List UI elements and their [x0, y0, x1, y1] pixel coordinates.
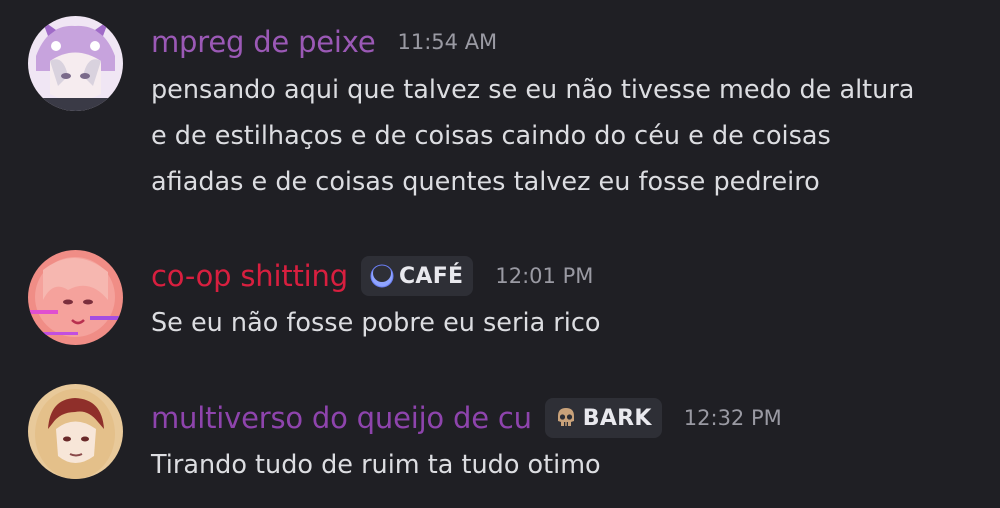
message-text-line: afiadas e de coisas quentes talvez eu fo…: [151, 167, 820, 197]
message-text-line: Tirando tudo de ruim ta tudo otimo: [151, 450, 601, 480]
skull-icon: [557, 408, 574, 426]
message-content: pensando aqui que talvez se eu não tives…: [151, 67, 991, 205]
message-text-line: pensando aqui que talvez se eu não tives…: [151, 75, 915, 105]
tag-label: BARK: [582, 405, 652, 431]
role-tag[interactable]: BARK: [544, 398, 662, 438]
avatar[interactable]: [28, 250, 123, 345]
message-content: Tirando tudo de ruim ta tudo otimo: [151, 442, 991, 488]
moon-icon: [370, 264, 394, 288]
message-header: co-op shitting CAFÉ 12:01 PM: [151, 256, 593, 296]
username[interactable]: co-op shitting: [151, 258, 348, 294]
timestamp[interactable]: 11:54 AM: [398, 24, 498, 60]
chat-message-list: mpreg de peixe 11:54 AM pensando aqui qu…: [0, 0, 1000, 508]
username[interactable]: mpreg de peixe: [151, 24, 376, 60]
timestamp[interactable]: 12:01 PM: [495, 258, 593, 294]
message-text-line: Se eu não fosse pobre eu seria rico: [151, 308, 601, 338]
role-tag[interactable]: CAFÉ: [360, 256, 474, 296]
avatar[interactable]: [28, 384, 123, 479]
message-content: Se eu não fosse pobre eu seria rico: [151, 300, 991, 346]
username[interactable]: multiverso do queijo de cu: [151, 400, 532, 436]
tag-label: CAFÉ: [398, 263, 464, 289]
message-text-line: e de estilhaços e de coisas caindo do cé…: [151, 121, 831, 151]
avatar[interactable]: [28, 16, 123, 111]
message-header: multiverso do queijo de cu BARK 12:32 PM: [151, 398, 782, 438]
timestamp[interactable]: 12:32 PM: [684, 400, 782, 436]
message-header: mpreg de peixe 11:54 AM: [151, 24, 497, 60]
